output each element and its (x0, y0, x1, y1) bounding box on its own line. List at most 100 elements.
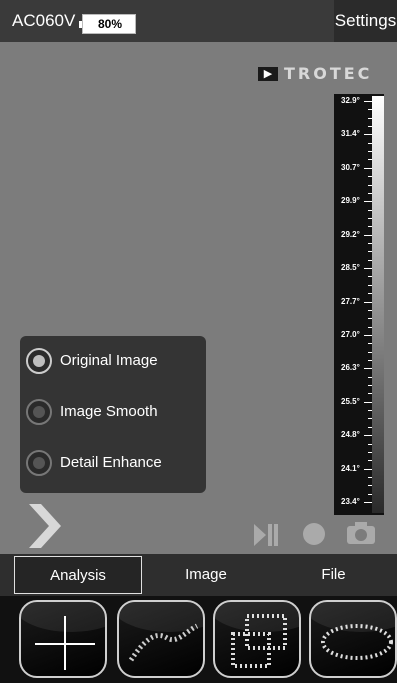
scale-tick (364, 201, 372, 203)
radio-button[interactable] (26, 399, 52, 425)
scale-minor-tick (368, 385, 372, 387)
temperature-scale-label: 25.5° (341, 396, 360, 406)
scale-tick (364, 401, 372, 403)
scale-minor-tick (368, 418, 372, 420)
thermal-image-view[interactable]: ▶ TROTEC 32.9° 31.4° 30.7° 29.9° 29.2° 28.5° 2… (0, 42, 397, 554)
mode-label: Detail Enhance (60, 454, 162, 471)
rectangle-tool-button[interactable] (213, 600, 301, 678)
scale-minor-tick (368, 284, 372, 286)
scale-tick (364, 502, 372, 503)
temperature-scale: 32.9° 31.4° 30.7° 29.9° 29.2° 28.5° 27.7° 27.0°… (334, 94, 384, 515)
battery-nub (79, 21, 82, 28)
play-pause-icon[interactable] (252, 522, 280, 548)
scale-minor-tick (368, 142, 372, 144)
scale-minor-tick (368, 359, 372, 361)
line-tool-button[interactable] (117, 600, 205, 678)
mode-label: Image Smooth (60, 403, 158, 420)
scale-minor-tick (368, 376, 372, 378)
scale-minor-tick (368, 184, 372, 186)
battery-indicator: 80% (79, 14, 136, 34)
scale-minor-tick (368, 443, 372, 445)
tab-file[interactable]: File (270, 556, 397, 594)
scale-minor-tick (368, 326, 372, 328)
crosshair-icon (35, 616, 95, 670)
temperature-scale-label: 32.9° (341, 96, 360, 105)
scale-minor-tick (368, 343, 372, 345)
scale-tick (364, 435, 372, 437)
temperature-scale-label: 31.4° (341, 129, 360, 139)
image-mode-panel: Original Image Image Smooth Detail Enhan… (20, 336, 206, 493)
rectangle-area-icon (231, 614, 287, 668)
scale-minor-tick (368, 192, 372, 194)
scale-minor-tick (368, 476, 372, 478)
scale-minor-tick (368, 485, 372, 487)
crosshair-tool-button[interactable] (19, 600, 107, 678)
scale-minor-tick (368, 410, 372, 412)
scale-minor-tick (368, 226, 372, 228)
temperature-scale-label: 23.4° (341, 497, 360, 506)
scale-minor-tick (368, 351, 372, 353)
temperature-scale-label: 28.5° (341, 263, 360, 273)
scale-minor-tick (368, 309, 372, 311)
mode-original-image[interactable]: Original Image (26, 348, 202, 378)
tab-image[interactable]: Image (142, 556, 270, 594)
brand-logo: ▶ TROTEC (258, 64, 372, 83)
temperature-scale-label: 26.3° (341, 363, 360, 373)
scale-minor-tick (368, 318, 372, 320)
mode-detail-enhance[interactable]: Detail Enhance (26, 450, 202, 480)
scale-minor-tick (368, 151, 372, 153)
temperature-scale-label: 27.0° (341, 329, 360, 339)
temperature-scale-label: 27.7° (341, 296, 360, 306)
scale-tick (364, 101, 372, 102)
temperature-scale-label: 24.1° (341, 463, 360, 473)
curve-line-icon (128, 623, 199, 662)
tab-analysis[interactable]: Analysis (14, 556, 142, 594)
scale-minor-tick (368, 117, 372, 119)
record-icon[interactable] (300, 520, 328, 548)
scale-minor-tick (368, 393, 372, 395)
scale-tick (364, 368, 372, 370)
mode-image-smooth[interactable]: Image Smooth (26, 399, 202, 429)
scale-tick (364, 167, 372, 169)
scale-tick (364, 301, 372, 303)
logo-arrow-icon: ▶ (258, 66, 278, 81)
status-bar: AC060V 80% Settings (0, 0, 397, 42)
scale-minor-tick (368, 460, 372, 462)
scale-minor-tick (368, 451, 372, 453)
temperature-scale-label: 30.7° (341, 162, 360, 172)
device-model: AC060V (12, 11, 76, 30)
settings-button[interactable]: Settings (334, 0, 397, 42)
scale-minor-tick (368, 426, 372, 428)
temperature-scale-label: 24.8° (341, 430, 360, 440)
chevron-right-icon[interactable] (27, 504, 63, 548)
camera-icon[interactable] (344, 518, 378, 548)
radio-button[interactable] (26, 348, 52, 374)
scale-minor-tick (368, 209, 372, 211)
scale-minor-tick (368, 259, 372, 261)
temperature-gradient-bar (372, 96, 384, 513)
battery-label: 80% (97, 17, 123, 31)
scale-minor-tick (368, 159, 372, 161)
ellipse-area-icon (321, 624, 393, 660)
radio-button[interactable] (26, 450, 52, 476)
scale-minor-tick (368, 126, 372, 128)
scale-minor-tick (368, 251, 372, 253)
scale-tick (364, 134, 372, 136)
scale-minor-tick (368, 176, 372, 178)
scale-minor-tick (368, 276, 372, 278)
temperature-scale-label: 29.2° (341, 229, 360, 239)
analysis-tools (0, 596, 397, 683)
ellipse-tool-button[interactable] (309, 600, 397, 678)
temperature-scale-label: 29.9° (341, 196, 360, 206)
scale-minor-tick (368, 217, 372, 219)
mode-label: Original Image (60, 352, 158, 369)
scale-tick (364, 268, 372, 270)
logo-text: TROTEC (284, 64, 373, 83)
scale-minor-tick (368, 293, 372, 295)
scale-minor-tick (368, 493, 372, 495)
tab-bar: Analysis Image File (0, 554, 397, 596)
scale-tick (364, 468, 372, 470)
scale-minor-tick (368, 109, 372, 111)
scale-minor-tick (368, 243, 372, 245)
scale-tick (364, 234, 372, 236)
